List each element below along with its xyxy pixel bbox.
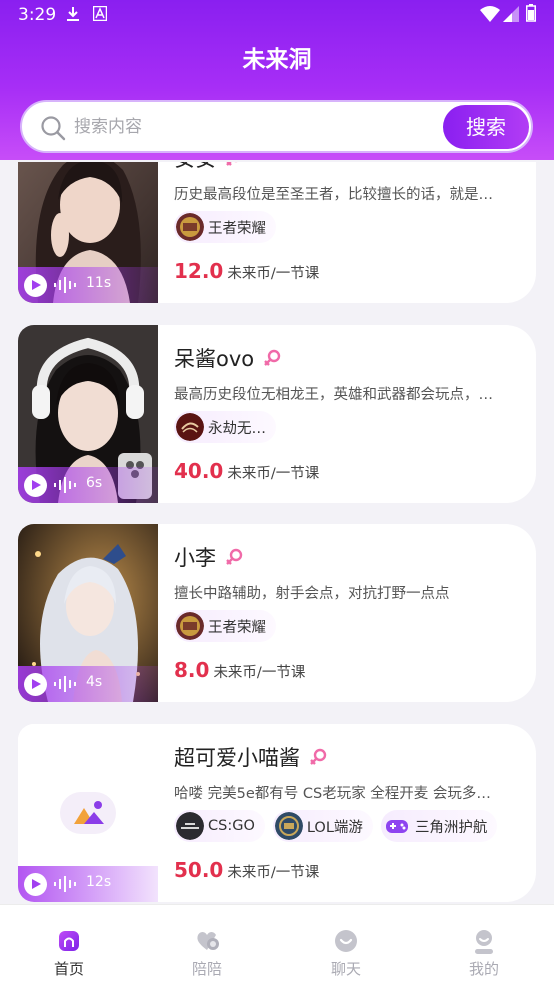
female-icon bbox=[226, 162, 238, 166]
avatar-photo[interactable]: 12s bbox=[18, 724, 158, 902]
game-tag-label: CS:GO bbox=[208, 818, 255, 834]
voice-duration: 11s bbox=[86, 275, 112, 291]
game-tag-label: 王者荣耀 bbox=[208, 619, 266, 636]
app-title: 未来洞 bbox=[242, 47, 312, 73]
avatar-photo[interactable]: 6s bbox=[18, 325, 158, 503]
game-tag-label: 三角洲护航 bbox=[414, 819, 488, 836]
download-icon bbox=[67, 7, 79, 21]
tab-label: 陪陪 bbox=[191, 960, 222, 978]
signal-icon bbox=[503, 6, 519, 22]
play-icon[interactable] bbox=[24, 474, 47, 497]
price-unit: 未来币/一节课 bbox=[227, 865, 320, 881]
home-icon bbox=[59, 931, 79, 951]
female-icon bbox=[226, 548, 243, 565]
card-info: 小李 擅长中路辅助，射手会点，对抗打野一点点 王者荣耀 8.0 未来币/一节课 bbox=[174, 524, 524, 702]
female-icon bbox=[310, 748, 327, 765]
search-button[interactable]: 搜索 bbox=[443, 105, 529, 149]
honor-of-kings-icon bbox=[176, 213, 204, 241]
companion-card[interactable]: 11s 安安 历史最高段位是至圣王者，比较擅长的话，就是… 王者荣耀 bbox=[18, 162, 536, 303]
profile-icon bbox=[475, 930, 493, 954]
play-icon[interactable] bbox=[24, 873, 47, 896]
play-icon[interactable] bbox=[24, 274, 47, 297]
price: 12.0 bbox=[174, 259, 224, 283]
status-bar: 3:29 bbox=[0, 0, 554, 30]
gamepad-icon bbox=[385, 820, 408, 833]
tab-chat[interactable]: 聊天 bbox=[296, 905, 396, 984]
game-tag[interactable]: LOL端游 bbox=[272, 810, 373, 842]
game-tag-label: LOL端游 bbox=[306, 819, 363, 836]
companion-icon bbox=[197, 932, 219, 950]
price: 40.0 bbox=[174, 459, 224, 483]
companion-card[interactable]: 12s 超可爱小喵酱 哈喽 完美5e都有号 CS老玩家 全程开麦 会玩多… CS… bbox=[18, 724, 536, 902]
app-notification-icon bbox=[93, 6, 107, 21]
price-unit: 未来币/一节课 bbox=[213, 665, 306, 681]
tab-label: 我的 bbox=[468, 960, 499, 978]
price: 8.0 bbox=[174, 658, 210, 682]
price-unit: 未来币/一节课 bbox=[227, 466, 320, 482]
game-tag[interactable]: 王者荣耀 bbox=[174, 211, 276, 243]
sound-wave-icon bbox=[54, 876, 76, 892]
companion-name: 小李 bbox=[174, 546, 216, 570]
search-input[interactable] bbox=[74, 112, 434, 142]
tab-profile[interactable]: 我的 bbox=[434, 905, 534, 984]
chat-icon bbox=[335, 930, 357, 952]
price: 50.0 bbox=[174, 858, 224, 882]
companion-description: 历史最高段位是至圣王者，比较擅长的话，就是… bbox=[174, 187, 493, 203]
csgo-icon bbox=[176, 812, 204, 840]
price-unit: 未来币/一节课 bbox=[227, 266, 320, 282]
female-icon bbox=[264, 349, 281, 366]
companion-list[interactable]: 11s 安安 历史最高段位是至圣王者，比较擅长的话，就是… 王者荣耀 bbox=[0, 162, 554, 904]
wifi-icon bbox=[480, 6, 500, 22]
companion-name: 安安 bbox=[174, 162, 216, 173]
avatar-photo[interactable]: 4s bbox=[18, 524, 158, 702]
card-info: 超可爱小喵酱 哈喽 完美5e都有号 CS老玩家 全程开麦 会玩多… CS:GO bbox=[174, 724, 524, 902]
status-time: 3:29 bbox=[18, 5, 57, 25]
tab-home[interactable]: 首页 bbox=[19, 905, 119, 984]
search-icon bbox=[41, 116, 66, 141]
companion-name: 超可爱小喵酱 bbox=[174, 746, 300, 770]
voice-intro[interactable]: 6s bbox=[18, 467, 158, 503]
game-tag-label: 王者荣耀 bbox=[208, 220, 266, 237]
tab-label: 首页 bbox=[53, 960, 84, 978]
game-tag[interactable]: CS:GO bbox=[174, 810, 265, 842]
companion-description: 哈喽 完美5e都有号 CS老玩家 全程开麦 会玩多… bbox=[174, 786, 491, 802]
companion-name: 呆酱ovo bbox=[174, 347, 255, 371]
naraka-icon bbox=[176, 413, 204, 441]
avatar-photo[interactable]: 11s bbox=[18, 162, 158, 303]
voice-intro[interactable]: 12s bbox=[18, 866, 158, 902]
companion-description: 擅长中路辅助，射手会点，对抗打野一点点 bbox=[174, 586, 450, 602]
honor-of-kings-icon bbox=[176, 612, 204, 640]
companion-card[interactable]: 6s 呆酱ovo 最高历史段位无相龙王，英雄和武器都会玩点，… 永劫无… 40.… bbox=[18, 325, 536, 503]
lol-icon bbox=[274, 812, 303, 840]
bottom-tab-bar: 首页 陪陪 聊天 我的 bbox=[0, 904, 554, 984]
game-tag[interactable]: 王者荣耀 bbox=[174, 610, 276, 642]
image-placeholder bbox=[60, 792, 116, 834]
image-placeholder-icon bbox=[74, 801, 104, 824]
sound-wave-icon bbox=[54, 277, 76, 293]
voice-intro[interactable]: 11s bbox=[18, 267, 158, 303]
play-icon[interactable] bbox=[24, 673, 47, 696]
voice-duration: 12s bbox=[86, 874, 112, 890]
game-tag[interactable]: 永劫无… bbox=[174, 411, 276, 443]
card-info: 呆酱ovo 最高历史段位无相龙王，英雄和武器都会玩点，… 永劫无… 40.0 未… bbox=[174, 325, 524, 503]
tab-label: 聊天 bbox=[330, 960, 361, 978]
companion-card[interactable]: 4s 小李 擅长中路辅助，射手会点，对抗打野一点点 王者荣耀 8.0 未来币/一… bbox=[18, 524, 536, 702]
sound-wave-icon bbox=[54, 477, 76, 493]
voice-duration: 6s bbox=[86, 475, 103, 491]
game-tag[interactable]: 三角洲护航 bbox=[380, 810, 498, 842]
companion-description: 最高历史段位无相龙王，英雄和武器都会玩点，… bbox=[174, 387, 493, 403]
voice-intro[interactable]: 4s bbox=[18, 666, 158, 702]
card-info: 安安 历史最高段位是至圣王者，比较擅长的话，就是… 王者荣耀 12.0 未来币/… bbox=[174, 162, 524, 303]
voice-duration: 4s bbox=[86, 674, 103, 690]
sound-wave-icon bbox=[54, 676, 76, 692]
tab-companion[interactable]: 陪陪 bbox=[157, 905, 257, 984]
battery-icon bbox=[526, 4, 536, 22]
game-tag-label: 永劫无… bbox=[208, 420, 266, 437]
search-bar: 搜索 bbox=[20, 100, 533, 153]
